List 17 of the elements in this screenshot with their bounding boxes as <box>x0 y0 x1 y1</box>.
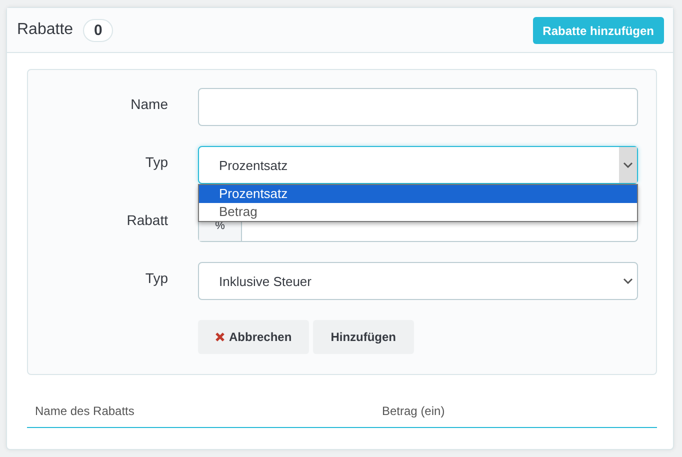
dropdown-option[interactable]: Prozentsatz <box>199 185 637 203</box>
panel-title: Rabatte <box>17 21 74 39</box>
chevron-down-icon <box>623 162 633 168</box>
column-header: Name des Rabatts <box>35 404 136 418</box>
add-button[interactable]: Hinzufügen <box>312 320 414 354</box>
cancel-button[interactable]: Abbrechen <box>198 320 309 354</box>
field-label: Rabatt <box>126 212 168 228</box>
chevron-down-icon <box>623 278 633 284</box>
column-header: Betrag (ein) <box>382 404 446 418</box>
select-field[interactable]: Inklusive Steuer <box>198 262 638 300</box>
close-icon <box>215 332 225 342</box>
field-label: Name <box>130 96 168 112</box>
field-label: Typ <box>145 270 168 286</box>
count-badge: 0 <box>83 18 114 42</box>
text-field[interactable] <box>198 88 638 126</box>
select-field[interactable]: Prozentsatz <box>198 146 638 184</box>
field-label: Typ <box>145 154 168 170</box>
